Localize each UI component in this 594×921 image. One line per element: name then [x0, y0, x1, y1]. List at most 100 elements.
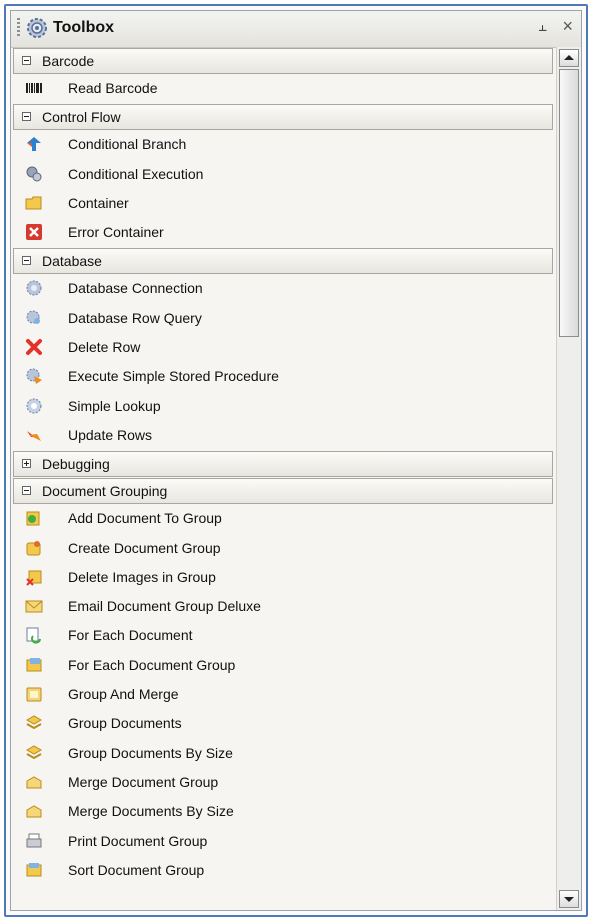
- category-label: Control Flow: [42, 109, 121, 126]
- toolbox-item[interactable]: For Each Document: [11, 621, 555, 650]
- toolbox-item-label: For Each Document: [68, 627, 193, 644]
- pin-icon[interactable]: ⫠: [538, 18, 547, 35]
- for-each-group-icon: [26, 657, 42, 672]
- drag-grip-icon[interactable]: [17, 18, 20, 38]
- toolbox-item[interactable]: Group Documents: [11, 709, 555, 738]
- collapse-icon[interactable]: [22, 56, 31, 65]
- toolbox-item[interactable]: Email Document Group Deluxe: [11, 592, 555, 621]
- collapse-icon[interactable]: [22, 256, 31, 266]
- folder-icon: [25, 196, 42, 210]
- branch-arrows-icon: [27, 137, 41, 152]
- toolbox-item[interactable]: Create Document Group: [11, 534, 555, 563]
- category-header[interactable]: Control Flow: [13, 104, 553, 131]
- category-header[interactable]: Barcode: [13, 48, 553, 74]
- toolbox-item[interactable]: Error Container: [11, 218, 555, 247]
- add-document-group-icon: [26, 511, 40, 526]
- toolbox-gear-icon: [27, 18, 47, 38]
- toolbox-item[interactable]: Update Rows: [11, 421, 555, 450]
- toolbox-item-label: Delete Images in Group: [68, 568, 216, 585]
- arrow-down-icon: [564, 897, 574, 902]
- toolbox-item[interactable]: Delete Row: [11, 333, 555, 362]
- toolbox-item-label: Delete Row: [68, 339, 141, 356]
- toolbox-item[interactable]: Group Documents By Size: [11, 739, 555, 768]
- toolbox-item-label: Database Row Query: [68, 309, 202, 326]
- category-label: Database: [42, 253, 102, 270]
- envelope-icon: [25, 600, 43, 613]
- group-documents-icon: [25, 715, 43, 730]
- toolbox-item-label: Group And Merge: [68, 686, 179, 703]
- toolbox-item-label: Execute Simple Stored Procedure: [68, 368, 279, 385]
- toolbox-item-label: Read Barcode: [68, 80, 158, 96]
- group-by-size-icon: [25, 745, 43, 759]
- toolbox-item[interactable]: Add Document To Group: [11, 504, 555, 533]
- database-execute-icon: [26, 368, 42, 385]
- toolbox-item-label: Print Document Group: [68, 832, 208, 849]
- toolbox-item[interactable]: Container: [11, 189, 555, 218]
- toolbox-item-label: Error Container: [68, 224, 164, 241]
- gears-icon: [26, 166, 42, 182]
- toolbox-item-label: Email Document Group Deluxe: [68, 598, 261, 615]
- category-label: Document Grouping: [42, 483, 168, 500]
- arrow-up-icon: [564, 55, 574, 60]
- database-lookup-icon: [26, 398, 42, 414]
- error-box-icon: [26, 224, 42, 241]
- toolbox-item-label: Update Rows: [68, 426, 153, 443]
- toolbox-item[interactable]: For Each Document Group: [11, 651, 555, 680]
- for-each-document-icon: [26, 627, 41, 645]
- toolbox-item-label: Group Documents By Size: [68, 744, 233, 761]
- database-query-icon: [26, 310, 40, 324]
- toolbox-item-label: Group Documents: [68, 715, 182, 732]
- red-x-icon: [26, 339, 42, 356]
- toolbox-item-label: Simple Lookup: [68, 397, 161, 414]
- toolbox-item[interactable]: Merge Document Group: [11, 768, 555, 797]
- toolbox-item[interactable]: Print Document Group: [11, 827, 555, 856]
- toolbox-item-label: Database Connection: [68, 280, 203, 297]
- toolbox-item[interactable]: Database Row Query: [11, 304, 555, 333]
- toolbox-item[interactable]: Group And Merge: [11, 680, 555, 709]
- toolbox-item[interactable]: Execute Simple Stored Procedure: [11, 362, 555, 391]
- database-gear-icon: [26, 280, 42, 296]
- scroll-up-button[interactable]: [559, 49, 579, 67]
- category-label: Barcode: [42, 53, 95, 69]
- merge-group-icon: [26, 776, 42, 789]
- update-rows-icon: [27, 430, 41, 441]
- toolbox-item-label: Conditional Execution: [68, 165, 204, 182]
- merge-by-size-icon: [26, 805, 42, 818]
- toolbox-list: Barcode Read Barcode Control Flow Condition…: [11, 47, 555, 910]
- printer-icon: [26, 833, 42, 848]
- toolbox-item[interactable]: Conditional Execution: [11, 160, 555, 189]
- create-group-icon: [26, 540, 41, 556]
- toolbox-item-label: Container: [68, 194, 129, 211]
- scroll-down-button[interactable]: [559, 890, 579, 908]
- toolbox-item-label: Sort Document Group: [68, 861, 205, 878]
- toolbox-item-label: Merge Documents By Size: [68, 803, 234, 820]
- close-icon[interactable]: ×: [562, 16, 573, 37]
- toolbox-item[interactable]: Merge Documents By Size: [11, 797, 555, 826]
- category-header[interactable]: Debugging: [13, 451, 553, 478]
- toolbox-item-label: Merge Document Group: [68, 773, 219, 790]
- category-label: Debugging: [42, 456, 110, 473]
- toolbox-item[interactable]: Delete Images in Group: [11, 563, 555, 592]
- scrollbar-thumb[interactable]: [559, 69, 579, 337]
- toolbox-item-label: Add Document To Group: [68, 510, 222, 527]
- vertical-scrollbar[interactable]: [556, 47, 581, 910]
- toolbox-item[interactable]: Database Connection: [11, 274, 555, 303]
- toolbox-item-label: For Each Document Group: [68, 656, 236, 673]
- toolbox-item[interactable]: Conditional Branch: [11, 130, 555, 159]
- expand-icon[interactable]: [22, 459, 31, 469]
- toolbox-window-frame: Toolbox ⫠ × Barcode Read Barcode Control F…: [4, 4, 588, 917]
- toolbox-item[interactable]: Simple Lookup: [11, 392, 555, 421]
- toolbox-panel: Toolbox ⫠ × Barcode Read Barcode Control F…: [10, 10, 582, 911]
- toolbox-item-label: Conditional Branch: [68, 136, 187, 153]
- toolbox-item[interactable]: Read Barcode: [11, 74, 555, 103]
- toolbox-title-bar[interactable]: Toolbox ⫠ ×: [11, 11, 581, 48]
- category-header[interactable]: Database: [13, 248, 553, 275]
- group-merge-icon: [26, 687, 42, 702]
- barcode-icon: [26, 83, 42, 93]
- collapse-icon[interactable]: [22, 112, 31, 122]
- toolbox-item[interactable]: Sort Document Group: [11, 856, 555, 885]
- sort-group-icon: [26, 862, 42, 877]
- collapse-icon[interactable]: [22, 486, 31, 496]
- category-header[interactable]: Document Grouping: [13, 478, 553, 505]
- toolbox-item-label: Create Document Group: [68, 539, 221, 556]
